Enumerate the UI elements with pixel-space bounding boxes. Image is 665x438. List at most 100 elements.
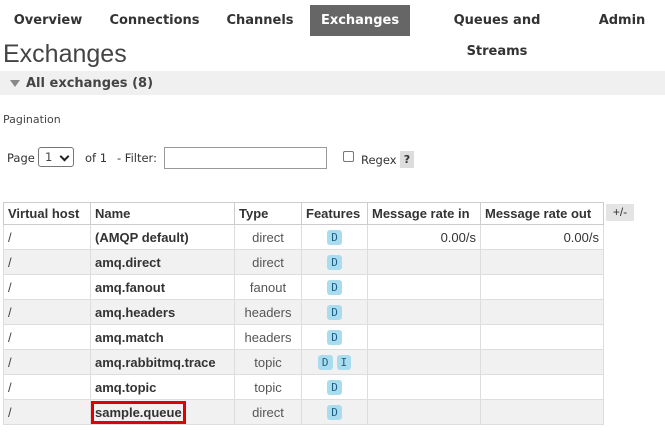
cell-name: amq.fanout bbox=[90, 274, 235, 300]
cell-rate-out bbox=[480, 374, 604, 400]
col-message-rate-in[interactable]: Message rate in bbox=[367, 202, 481, 225]
cell-features: D bbox=[301, 249, 368, 275]
exchanges-table: Virtual host Name Type Features Message … bbox=[3, 202, 604, 425]
table-row: / amq.direct direct D bbox=[3, 249, 604, 275]
cell-virtual-host: / bbox=[3, 299, 91, 325]
feature-badge: D bbox=[317, 355, 333, 370]
cell-virtual-host: / bbox=[3, 374, 91, 400]
page-select[interactable]: 1 bbox=[38, 147, 74, 167]
cell-features: DI bbox=[301, 349, 368, 375]
columns-toggle-button[interactable]: +/- bbox=[606, 204, 634, 221]
cell-rate-in bbox=[367, 399, 481, 425]
cell-type: direct bbox=[234, 224, 302, 250]
exchange-name-link-highlighted[interactable]: sample.queue bbox=[91, 400, 186, 424]
exchange-name-link[interactable]: amq.fanout bbox=[95, 280, 165, 295]
table-row: / (AMQP default) direct D 0.00/s 0.00/s bbox=[3, 224, 604, 250]
collapse-triangle-icon bbox=[10, 80, 20, 87]
cell-type: topic bbox=[234, 374, 302, 400]
table-row: / amq.match headers D bbox=[3, 324, 604, 350]
page-count-label: of 1 bbox=[85, 151, 108, 165]
tab-queues-and-streams[interactable]: Queues and Streams bbox=[421, 5, 573, 59]
exchange-name-link[interactable]: amq.direct bbox=[95, 255, 161, 270]
pagination-label: Pagination bbox=[3, 113, 61, 126]
regex-checkbox[interactable] bbox=[343, 151, 354, 162]
cell-name: amq.match bbox=[90, 324, 235, 350]
cell-name: amq.rabbitmq.trace bbox=[90, 349, 235, 375]
cell-name: (AMQP default) bbox=[90, 224, 235, 250]
cell-features: D bbox=[301, 399, 368, 425]
top-nav: Overview Connections Channels Exchanges … bbox=[0, 0, 665, 59]
exchange-name-link[interactable]: amq.match bbox=[95, 330, 164, 345]
cell-type: headers bbox=[234, 299, 302, 325]
exchange-name-link[interactable]: amq.topic bbox=[95, 380, 156, 395]
all-exchanges-toggle[interactable]: All exchanges (8) bbox=[0, 71, 665, 95]
cell-features: D bbox=[301, 374, 368, 400]
cell-rate-in bbox=[367, 374, 481, 400]
cell-name: amq.headers bbox=[90, 299, 235, 325]
cell-virtual-host: / bbox=[3, 249, 91, 275]
cell-type: direct bbox=[234, 249, 302, 275]
cell-rate-out bbox=[480, 299, 604, 325]
cell-features: D bbox=[301, 274, 368, 300]
cell-rate-out bbox=[480, 324, 604, 350]
table-row: / amq.rabbitmq.trace topic D I bbox=[3, 349, 604, 375]
cell-rate-out bbox=[480, 274, 604, 300]
regex-help-button[interactable]: ? bbox=[400, 151, 414, 168]
exchange-name-link[interactable]: amq.rabbitmq.trace bbox=[95, 355, 216, 370]
cell-virtual-host: / bbox=[3, 399, 91, 425]
col-features[interactable]: Features bbox=[301, 202, 368, 225]
exchange-name-link[interactable]: amq.headers bbox=[95, 305, 175, 320]
table-row: / amq.headers headers D bbox=[3, 299, 604, 325]
cell-virtual-host: / bbox=[3, 224, 91, 250]
chevron-down-icon bbox=[59, 151, 70, 162]
filter-label: - Filter: bbox=[117, 151, 157, 165]
feature-badge: D bbox=[327, 305, 342, 320]
cell-features: D bbox=[301, 324, 368, 350]
feature-badge: D bbox=[327, 280, 342, 295]
cell-rate-out: 0.00/s bbox=[480, 224, 604, 250]
section-label: All exchanges (8) bbox=[26, 76, 154, 91]
cell-virtual-host: / bbox=[3, 324, 91, 350]
feature-badge: D bbox=[327, 255, 342, 270]
cell-virtual-host: / bbox=[3, 349, 91, 375]
table-row: / sample.queue direct D bbox=[3, 399, 604, 425]
cell-rate-in bbox=[367, 299, 481, 325]
table-header-row: Virtual host Name Type Features Message … bbox=[3, 202, 604, 225]
cell-rate-out bbox=[480, 349, 604, 375]
cell-rate-in: 0.00/s bbox=[367, 224, 481, 250]
cell-type: topic bbox=[234, 349, 302, 375]
col-name[interactable]: Name bbox=[90, 202, 235, 225]
tab-connections[interactable]: Connections bbox=[104, 5, 205, 36]
cell-name: amq.topic bbox=[90, 374, 235, 400]
feature-badge: D bbox=[327, 380, 342, 395]
regex-label: Regex bbox=[361, 153, 397, 167]
cell-rate-out bbox=[480, 399, 604, 425]
cell-features: D bbox=[301, 299, 368, 325]
cell-virtual-host: / bbox=[3, 274, 91, 300]
cell-type: headers bbox=[234, 324, 302, 350]
feature-badge: D bbox=[327, 230, 342, 245]
tab-admin[interactable]: Admin bbox=[590, 5, 654, 36]
cell-type: fanout bbox=[234, 274, 302, 300]
col-virtual-host[interactable]: Virtual host bbox=[3, 202, 91, 225]
tab-channels[interactable]: Channels bbox=[218, 5, 302, 36]
col-message-rate-out[interactable]: Message rate out bbox=[480, 202, 604, 225]
cell-name: amq.direct bbox=[90, 249, 235, 275]
cell-rate-in bbox=[367, 249, 481, 275]
tab-exchanges[interactable]: Exchanges bbox=[310, 5, 410, 36]
exchange-name-link[interactable]: (AMQP default) bbox=[95, 230, 189, 245]
col-type[interactable]: Type bbox=[234, 202, 302, 225]
feature-badge: D bbox=[327, 330, 342, 345]
cell-type: direct bbox=[234, 399, 302, 425]
cell-rate-out bbox=[480, 249, 604, 275]
cell-rate-in bbox=[367, 324, 481, 350]
page-select-value: 1 bbox=[45, 150, 53, 164]
filter-input[interactable] bbox=[164, 147, 327, 169]
feature-badge: I bbox=[336, 355, 352, 370]
page-label: Page bbox=[7, 151, 35, 165]
page-title: Exchanges bbox=[3, 40, 127, 68]
cell-name: sample.queue bbox=[90, 399, 235, 425]
table-row: / amq.fanout fanout D bbox=[3, 274, 604, 300]
tab-overview[interactable]: Overview bbox=[6, 5, 90, 36]
cell-features: D bbox=[301, 224, 368, 250]
